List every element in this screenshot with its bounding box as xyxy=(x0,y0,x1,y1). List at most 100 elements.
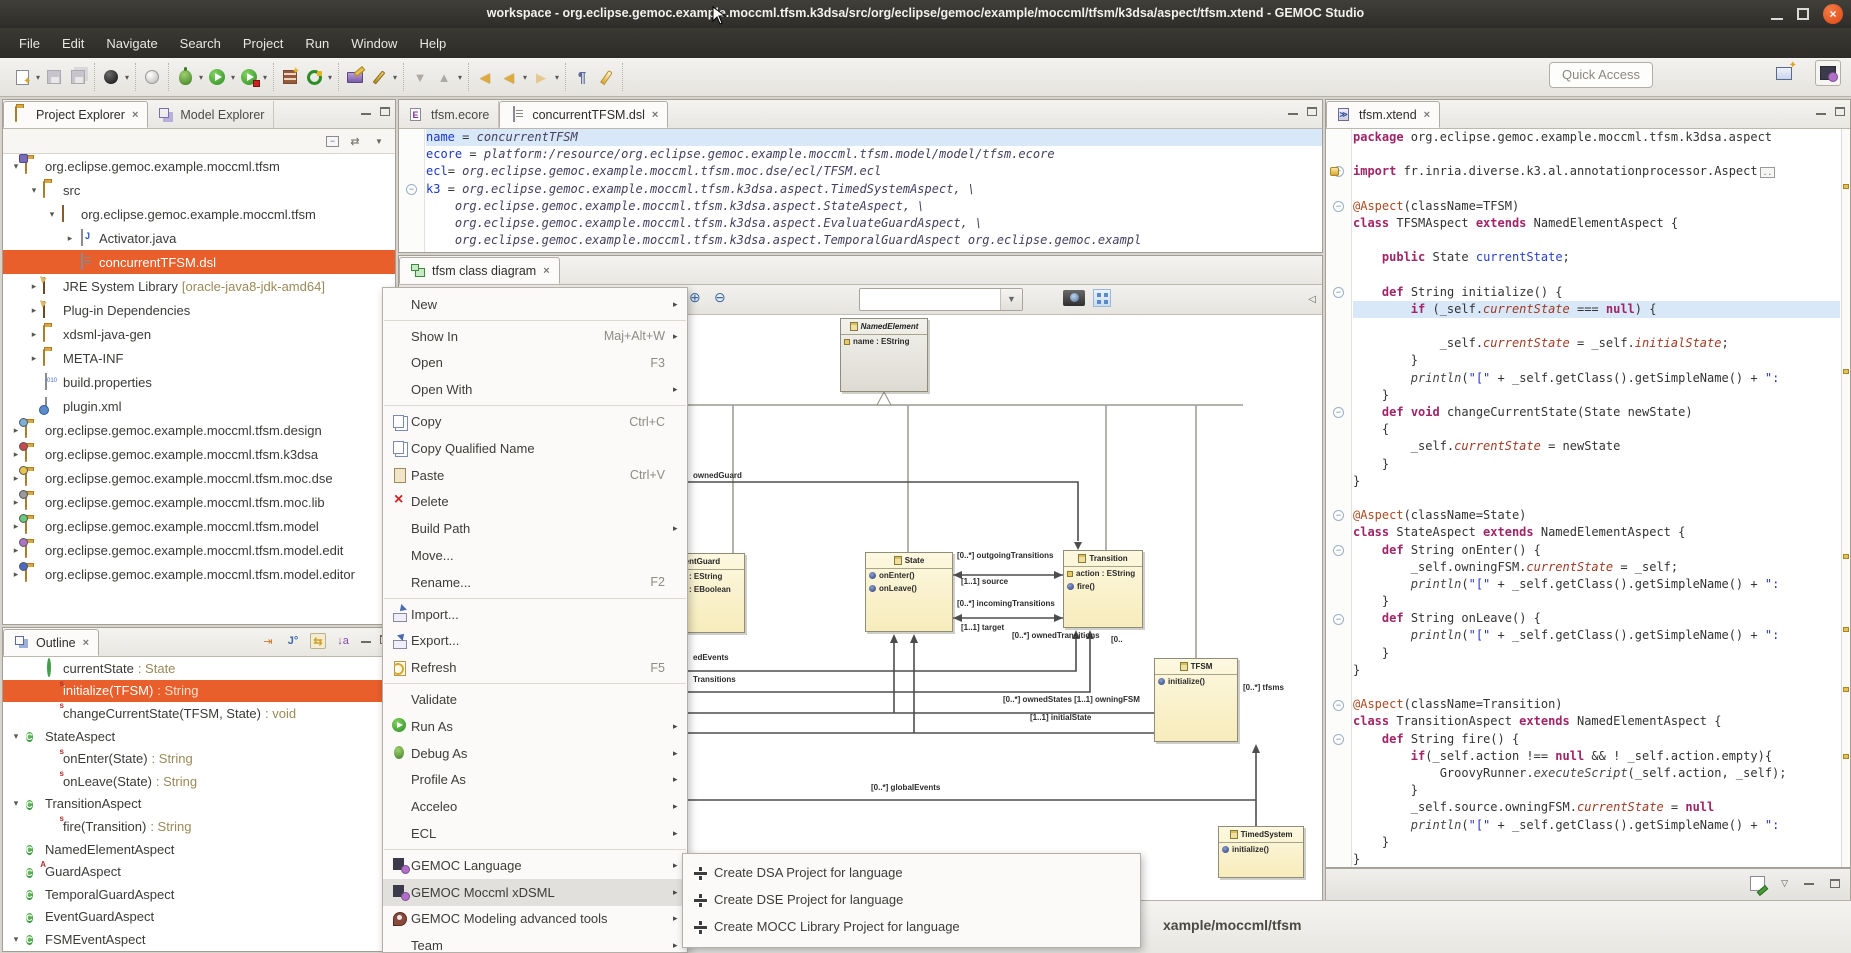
show-whitespace-icon[interactable]: ¶ xyxy=(571,65,593,89)
menu-item-import-[interactable]: Import... xyxy=(383,601,687,628)
tree-item-build-properties[interactable]: build.properties xyxy=(3,370,395,394)
fold-collapse-icon[interactable]: − xyxy=(1333,545,1344,556)
tree-item-changecurrentstate-tfsm-state-[interactable]: schangeCurrentState(TFSM, State) : void xyxy=(3,702,395,725)
tree-item-stateaspect[interactable]: ▾CStateAspect xyxy=(3,725,395,748)
tree-item-org-eclipse-gemoc-example-moccml-tfsm-model[interactable]: ▸org.eclipse.gemoc.example.moccml.tfsm.m… xyxy=(3,514,395,538)
combo-dropdown-icon[interactable]: ▼ xyxy=(1000,289,1022,310)
tree-item-initialize-tfsm-[interactable]: sinitialize(TFSM) : String xyxy=(3,680,395,703)
tree-item-onleave-state-[interactable]: sonLeave(State) : String xyxy=(3,770,395,793)
maximize-view-icon[interactable] xyxy=(1835,107,1845,116)
sort-alphabetically-icon[interactable]: ↓a xyxy=(335,633,351,649)
sort-by-defining-type-icon[interactable]: J° xyxy=(285,633,301,649)
run-external-icon[interactable]: ▾ xyxy=(238,65,260,89)
fold-collapse-icon[interactable]: − xyxy=(1333,201,1344,212)
tree-item-fsmeventaspect[interactable]: ▾CFSMEventAspect xyxy=(3,928,395,951)
open-perspective-icon[interactable] xyxy=(1771,60,1797,86)
back-icon[interactable]: ◀▾ xyxy=(498,65,520,89)
view-menu-icon[interactable]: ▽ xyxy=(1781,878,1788,889)
menu-item-validate[interactable]: Validate xyxy=(383,686,687,713)
close-button[interactable]: × xyxy=(1823,4,1843,24)
occurrence-marker-icon[interactable] xyxy=(1843,369,1849,374)
menu-item-open[interactable]: OpenF3 xyxy=(383,350,687,377)
gemoc-perspective-icon[interactable] xyxy=(1815,60,1841,86)
menu-item-copy-qualified-name[interactable]: Copy Qualified Name xyxy=(383,435,687,462)
menu-item-team[interactable]: Team▸ xyxy=(383,932,687,953)
menu-item-new[interactable]: New▸ xyxy=(383,291,687,318)
menu-item-copy[interactable]: CopyCtrl+C xyxy=(383,408,687,435)
minimize-button[interactable] xyxy=(1771,8,1783,20)
tree-item-transitionaspect[interactable]: ▾CTransitionAspect xyxy=(3,793,395,816)
next-annotation-icon[interactable]: ▼ xyxy=(409,65,431,89)
menu-item-debug-as[interactable]: Debug As▸ xyxy=(383,740,687,767)
fold-collapse-icon[interactable]: − xyxy=(1333,700,1344,711)
menu-item-ecl[interactable]: ECL▸ xyxy=(383,820,687,847)
tab-tfsm-xtend[interactable]: ≫ tfsm.xtend× xyxy=(1326,101,1440,128)
class-box-namedelement[interactable]: NamedElementname : EString xyxy=(840,318,928,392)
occurrence-marker-icon[interactable] xyxy=(1843,184,1849,189)
tree-item-activator-java[interactable]: ▸Activator.java xyxy=(3,226,395,250)
tree-item-temporalguardaspect[interactable]: CTemporalGuardAspect xyxy=(3,883,395,906)
menu-item-rename-[interactable]: Rename...F2 xyxy=(383,569,687,596)
tree-item-plug-in-dependencies[interactable]: ▸Plug-in Dependencies xyxy=(3,298,395,322)
tab-model-explorer[interactable]: Model Explorer xyxy=(148,101,274,128)
chevron-right-icon[interactable]: ▸ xyxy=(27,353,41,364)
submenu-item-create-mocc-library-project-for-language[interactable]: Create MOCC Library Project for language xyxy=(683,913,1140,940)
maximize-view-icon[interactable] xyxy=(380,107,390,116)
class-box-tfsm[interactable]: TFSMinitialize() xyxy=(1154,658,1238,742)
tab-concurrenttfsm-dsl[interactable]: concurrentTFSM.dsl× xyxy=(499,101,668,128)
tree-item-src[interactable]: ▾src xyxy=(3,178,395,202)
close-tab-icon[interactable]: × xyxy=(652,109,658,121)
zoom-out-icon[interactable]: ⊖ xyxy=(714,289,726,306)
format-brush-icon[interactable] xyxy=(595,65,617,89)
user-sphere-icon[interactable]: ▾ xyxy=(100,65,122,89)
chevron-down-icon[interactable]: ▾ xyxy=(27,185,41,196)
tree-item-onenter-state-[interactable]: sonEnter(State) : String xyxy=(3,747,395,770)
tree-item-org-eclipse-gemoc-example-moccml-tfsm-moc-dse[interactable]: ▸org.eclipse.gemoc.example.moccml.tfsm.m… xyxy=(3,466,395,490)
menu-item-refresh[interactable]: RefreshF5 xyxy=(383,654,687,681)
fold-collapse-icon[interactable]: − xyxy=(1333,287,1344,298)
chevron-down-icon[interactable]: ▾ xyxy=(9,934,23,945)
tab-project-explorer[interactable]: Project Explorer× xyxy=(3,101,148,128)
minimize-view-icon[interactable] xyxy=(361,640,371,643)
prev-annotation-icon[interactable]: ▲▾ xyxy=(433,65,455,89)
collapse-pane-icon[interactable]: ◁ xyxy=(1308,294,1316,305)
tab-tfsm-ecore[interactable]: E tfsm.ecore xyxy=(399,101,499,128)
chevron-down-icon[interactable]: ▾ xyxy=(9,798,23,809)
menu-item-delete[interactable]: Delete xyxy=(383,489,687,516)
menubar-item-window[interactable]: Window xyxy=(340,31,408,56)
chevron-right-icon[interactable]: ▸ xyxy=(27,305,41,316)
quick-access-field[interactable]: Quick Access xyxy=(1549,62,1653,88)
toggle-mode-icon[interactable]: ⇆ xyxy=(310,633,326,649)
fold-collapse-icon[interactable]: − xyxy=(1333,734,1344,745)
menu-item-gemoc-modeling-advanced-tools[interactable]: GEMOC Modeling advanced tools▸ xyxy=(383,906,687,933)
close-tab-icon[interactable]: × xyxy=(83,637,89,649)
layout-icon[interactable] xyxy=(1093,289,1111,307)
menu-item-move-[interactable]: Move... xyxy=(383,542,687,569)
overview-ruler[interactable] xyxy=(1841,129,1850,867)
tree-item-jre-system-library-[interactable]: ▸JRE System Library [oracle-java8-jdk-am… xyxy=(3,274,395,298)
menubar-item-project[interactable]: Project xyxy=(232,31,294,56)
menu-item-build-path[interactable]: Build Path▸ xyxy=(383,515,687,542)
minimize-view-icon[interactable] xyxy=(361,112,371,115)
gemoc-engine-icon[interactable]: ▾ xyxy=(303,65,325,89)
close-tab-icon[interactable]: × xyxy=(1424,109,1430,121)
tree-item-currentstate[interactable]: currentState : State xyxy=(3,657,395,680)
new-note-icon[interactable] xyxy=(1750,876,1765,891)
link-with-editor-icon[interactable]: ⇄ xyxy=(347,133,363,149)
fold-collapse-icon[interactable]: − xyxy=(1333,510,1344,521)
run-icon[interactable]: ▾ xyxy=(206,65,228,89)
debug-icon[interactable]: ▾ xyxy=(174,65,196,89)
menubar-item-run[interactable]: Run xyxy=(294,31,340,56)
minimize-view-icon[interactable] xyxy=(1288,112,1298,115)
tree-item-eventguardaspect[interactable]: CEventGuardAspect xyxy=(3,906,395,929)
tree-item-org-eclipse-gemoc-example-moccml-tfsm-design[interactable]: ▸org.eclipse.gemoc.example.moccml.tfsm.d… xyxy=(3,418,395,442)
menu-item-export-[interactable]: Export... xyxy=(383,628,687,655)
maximize-view-icon[interactable] xyxy=(1830,879,1840,888)
fold-collapse-icon[interactable]: − xyxy=(1333,614,1344,625)
view-menu-icon[interactable]: ▼ xyxy=(371,133,387,149)
occurrence-marker-icon[interactable] xyxy=(1843,754,1849,759)
menubar-item-search[interactable]: Search xyxy=(169,31,232,56)
tree-item-meta-inf[interactable]: ▸META-INF xyxy=(3,346,395,370)
menubar-item-navigate[interactable]: Navigate xyxy=(95,31,168,56)
lightbulb-icon[interactable] xyxy=(141,65,163,89)
